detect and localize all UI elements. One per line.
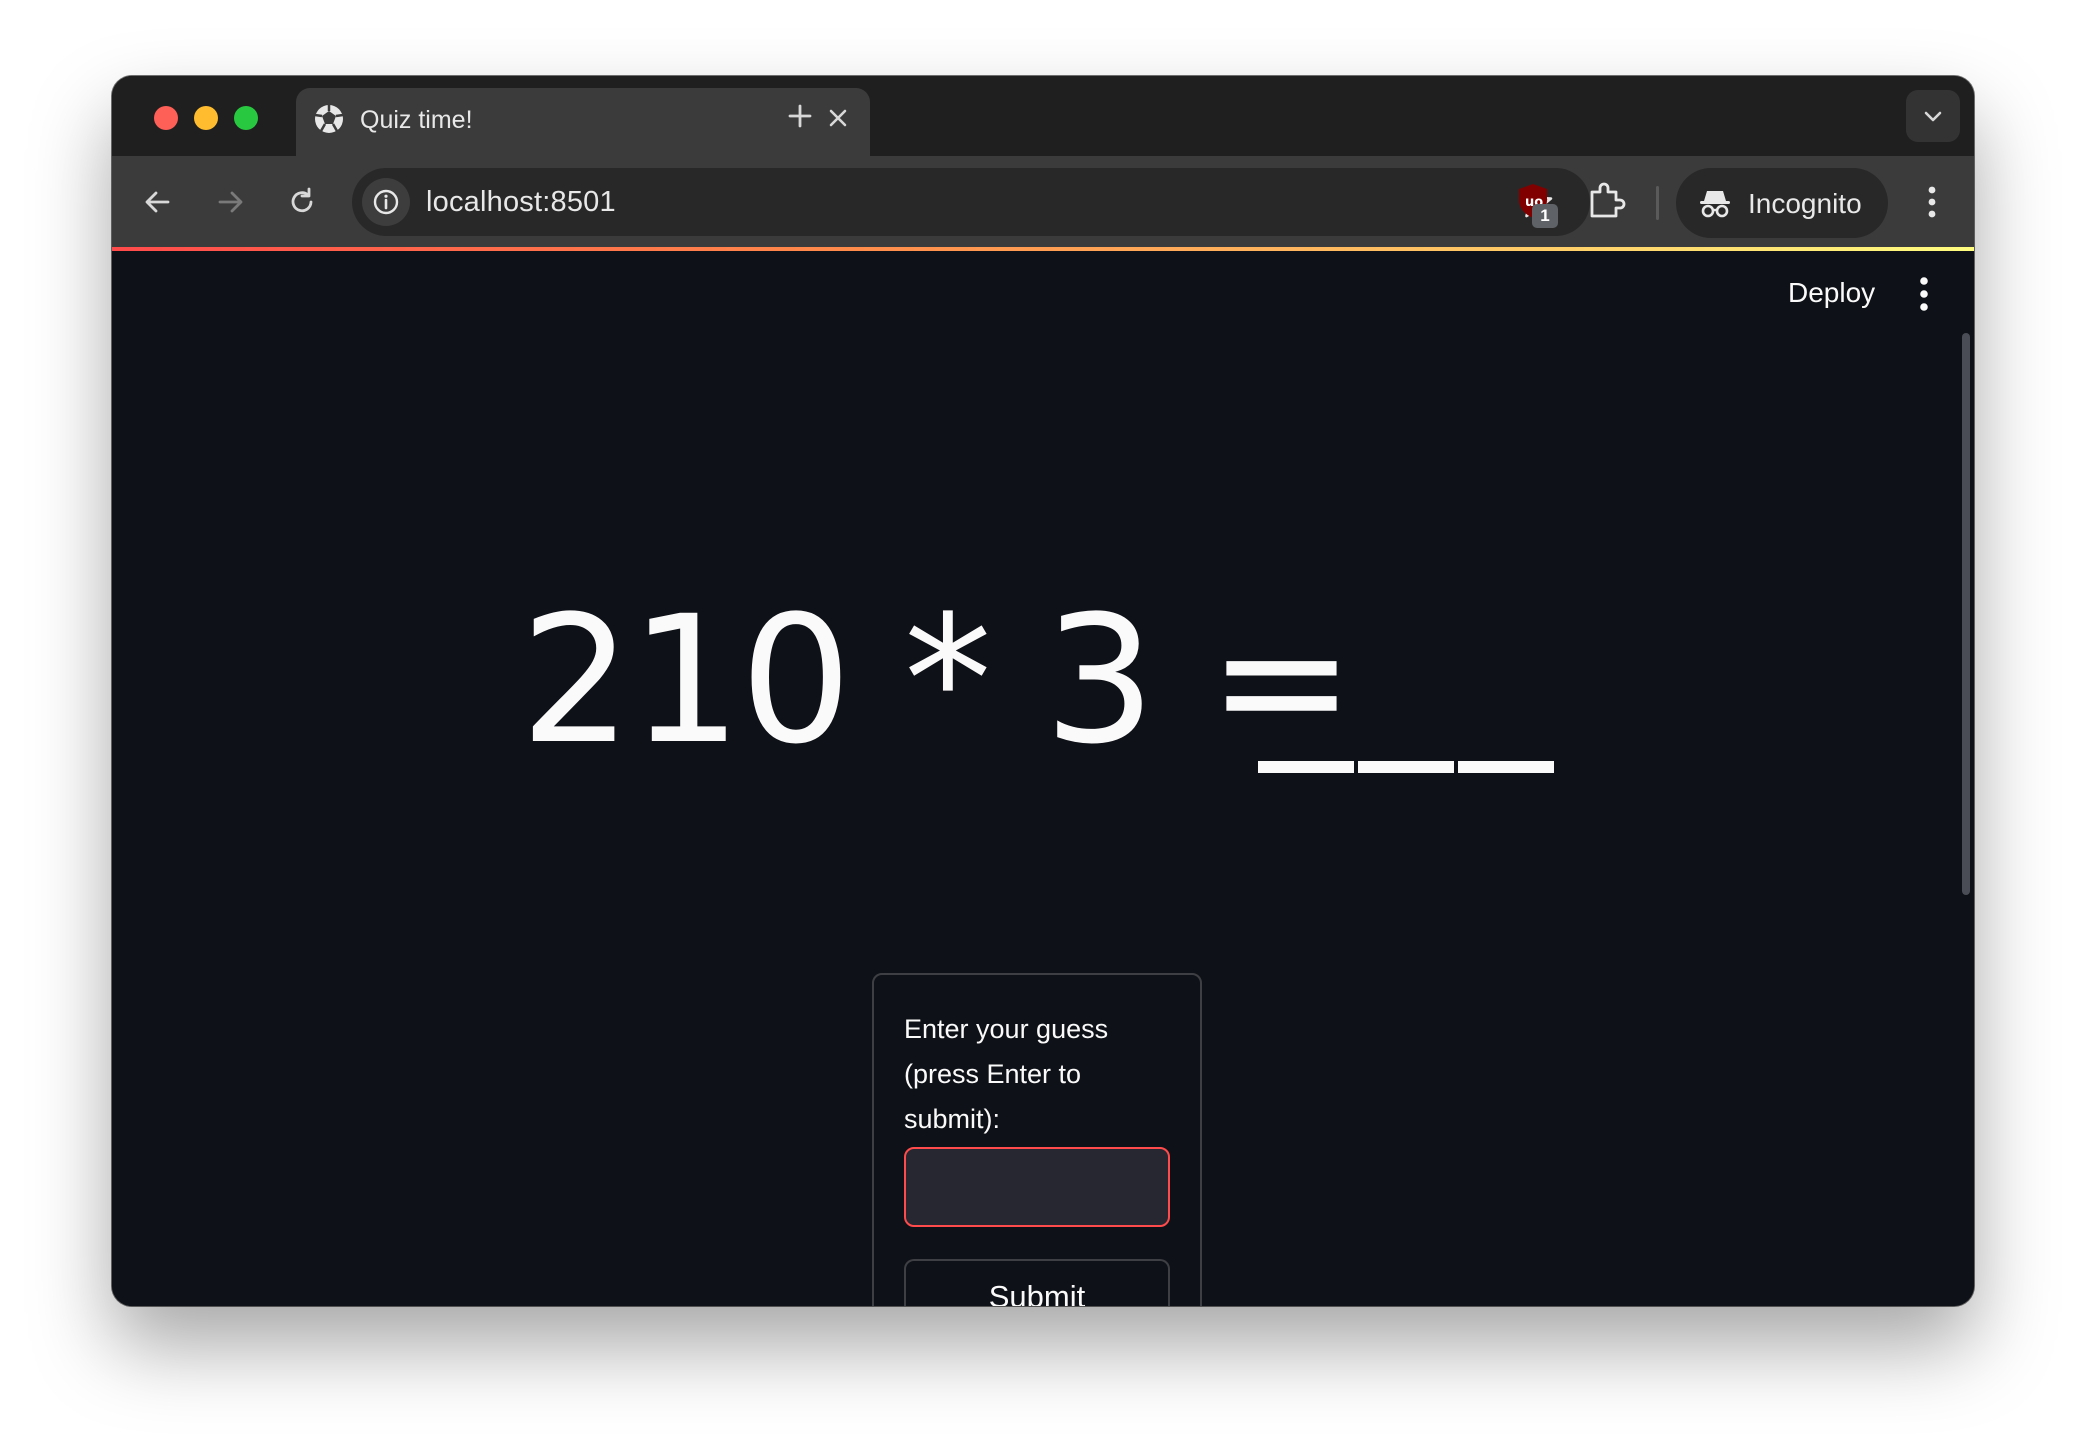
ublock-extension-button[interactable]: uo 1 bbox=[1512, 180, 1560, 228]
incognito-icon bbox=[1700, 191, 1730, 218]
incognito-profile-button[interactable]: Incognito bbox=[1676, 168, 1888, 238]
tab-title: Quiz time! bbox=[360, 106, 473, 134]
maximize-window-button[interactable] bbox=[234, 106, 258, 130]
toolbar-separator bbox=[1656, 186, 1659, 220]
chevron-down-icon bbox=[1924, 111, 1942, 122]
site-info-button[interactable] bbox=[362, 178, 410, 226]
guess-input[interactable] bbox=[904, 1147, 1170, 1227]
browser-menu-kebab-icon[interactable] bbox=[1912, 180, 1952, 224]
extensions-puzzle-icon[interactable] bbox=[1582, 176, 1630, 224]
incognito-label: Incognito bbox=[1748, 188, 1862, 219]
url-text: localhost:8501 bbox=[426, 186, 616, 218]
minimize-window-button[interactable] bbox=[194, 106, 218, 130]
answer-blank bbox=[1258, 761, 1354, 773]
streamlit-logo-icon bbox=[314, 105, 344, 133]
guess-form: Enter your guess (press Enter to submit)… bbox=[872, 973, 1202, 1306]
guess-input-label: Enter your guess (press Enter to submit)… bbox=[904, 1014, 1109, 1134]
streamlit-app: Deploy 210 * 3 = Enter your guess (press… bbox=[112, 251, 1974, 1306]
equation-text: 210 * 3 = bbox=[520, 578, 1355, 783]
extension-badge: 1 bbox=[1532, 204, 1558, 228]
quiz-question: 210 * 3 = bbox=[112, 581, 1974, 781]
close-icon[interactable] bbox=[822, 102, 854, 134]
reload-icon[interactable] bbox=[282, 182, 322, 222]
back-arrow-icon[interactable] bbox=[138, 182, 178, 222]
answer-blank bbox=[1358, 761, 1454, 773]
answer-blank bbox=[1458, 761, 1554, 773]
browser-window: Quiz time! localhost:8501 uo 1 Incognito… bbox=[112, 76, 1974, 1306]
deploy-button[interactable]: Deploy bbox=[1788, 277, 1875, 309]
info-icon bbox=[373, 189, 399, 215]
tab-strip: Quiz time! bbox=[112, 76, 1974, 158]
tab-search-button[interactable] bbox=[1906, 90, 1960, 142]
submit-button[interactable]: Submit bbox=[904, 1259, 1170, 1306]
forward-arrow-icon[interactable] bbox=[210, 182, 250, 222]
close-window-button[interactable] bbox=[154, 106, 178, 130]
new-tab-plus-icon[interactable] bbox=[782, 98, 818, 134]
address-bar[interactable]: localhost:8501 bbox=[352, 168, 1590, 236]
app-main-menu-kebab-icon[interactable] bbox=[1906, 269, 1942, 319]
